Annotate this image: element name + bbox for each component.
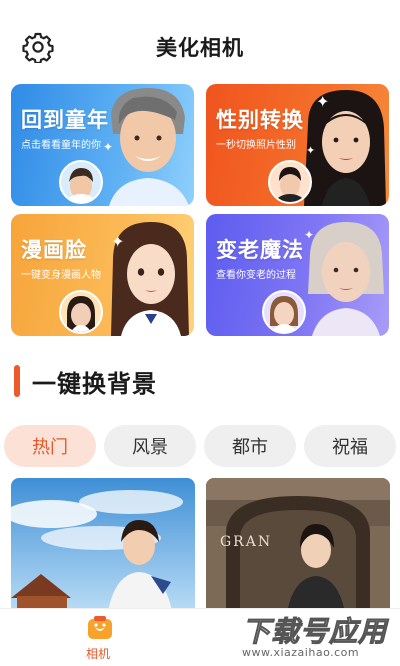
card-title: 回到童年 xyxy=(21,108,109,132)
section-accent-bar xyxy=(14,365,20,397)
card-subtitle: 一秒切换照片性别 xyxy=(216,140,296,151)
card-title: 变老魔法 xyxy=(216,238,304,262)
card-subtitle: 查看你变老的过程 xyxy=(216,270,296,281)
male-thumbnail xyxy=(268,160,312,204)
sparkle-icon: ✦ xyxy=(316,92,330,111)
section-header: 一键换背景 xyxy=(14,364,157,398)
sparkle-icon: ✦ xyxy=(304,228,315,242)
portrait-illustration xyxy=(109,88,189,206)
card-comic-face[interactable]: 漫画脸 一键变身漫画人物 ✦ xyxy=(11,214,194,336)
header: 美化相机 xyxy=(0,0,400,80)
watermark-logo-text: 下载号应用 xyxy=(241,615,388,649)
background-template-1[interactable] xyxy=(11,478,195,618)
sparkle-icon: ✦ xyxy=(111,232,125,251)
category-tab-hot[interactable]: 热门 xyxy=(4,425,96,467)
tab-camera-label: 相机 xyxy=(86,647,111,661)
card-aging-magic[interactable]: 变老魔法 查看你变老的过程 ✦ xyxy=(206,214,389,336)
category-tab-scenery[interactable]: 风景 xyxy=(104,425,196,467)
category-tab-blessing[interactable]: 祝福 xyxy=(304,425,396,467)
category-tab-city[interactable]: 都市 xyxy=(204,425,296,467)
tab-camera[interactable]: 相机 xyxy=(70,609,130,666)
watermark: 下载号应用 www.xiazaihao.com xyxy=(236,608,400,666)
child-thumbnail xyxy=(59,160,103,204)
card-title: 漫画脸 xyxy=(21,238,87,262)
sparkle-icon: ✦ xyxy=(103,140,114,154)
card-gender-swap[interactable]: 性别转换 一秒切换照片性别 ✦ ✦ xyxy=(206,84,389,206)
card-subtitle: 点击看看童年的你 xyxy=(21,140,101,151)
page-title: 美化相机 xyxy=(156,36,244,60)
photo-image xyxy=(11,478,195,618)
camera-tab-icon xyxy=(88,616,112,639)
card-childhood[interactable]: 回到童年 点击看看童年的你 ✦ xyxy=(11,84,194,206)
card-subtitle: 一键变身漫画人物 xyxy=(21,270,101,281)
category-tabs: 热门 风景 都市 祝福 xyxy=(0,425,400,467)
card-title: 性别转换 xyxy=(216,108,304,132)
sparkle-icon: ✦ xyxy=(306,144,316,157)
portrait-illustration xyxy=(308,222,384,336)
person-thumbnail xyxy=(59,290,103,334)
photo-sign-text: GRAN xyxy=(220,534,273,550)
background-template-2[interactable]: GRAN xyxy=(206,478,390,618)
watermark-url: www.xiazaihao.com xyxy=(242,646,360,659)
person-thumbnail xyxy=(262,290,306,334)
section-title: 一键换背景 xyxy=(32,369,157,398)
